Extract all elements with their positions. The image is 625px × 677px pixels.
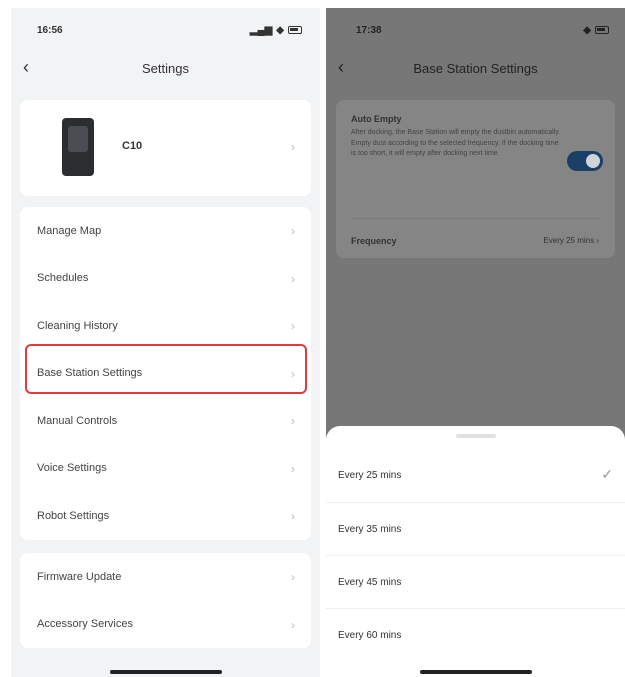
chevron-right-icon: ›	[291, 319, 295, 333]
status-time: 17:38	[356, 24, 382, 36]
chevron-right-icon: ›	[291, 509, 295, 523]
menu-item-robot-settings[interactable]: Robot Settings ›	[20, 492, 311, 540]
frequency-value-text: Every 25 mins	[543, 236, 595, 245]
menu-item-label: Schedules	[37, 272, 89, 285]
menu-item-label: Accessory Services	[37, 618, 133, 631]
auto-empty-title: Auto Empty	[351, 114, 402, 124]
menu-item-label: Voice Settings	[37, 462, 107, 475]
menu-item-cleaning-history[interactable]: Cleaning History ›	[20, 302, 311, 350]
settings-screen: 16:56 ▂▄▆ ◆ ‹ Settings C10 › Manage Map …	[11, 8, 320, 677]
frequency-label: Frequency	[351, 236, 397, 246]
menu-item-firmware-update[interactable]: Firmware Update ›	[20, 553, 311, 601]
status-icons: ▂▄▆ ◆	[250, 25, 302, 36]
option-every-60-mins[interactable]: Every 60 mins	[326, 608, 625, 661]
status-icons: ◆	[583, 25, 609, 36]
menu-item-label: Robot Settings	[37, 509, 110, 522]
menu-item-manual-controls[interactable]: Manual Controls ›	[20, 397, 311, 445]
option-label: Every 25 mins	[338, 470, 402, 481]
robot-image	[62, 118, 94, 176]
menu-item-manage-map[interactable]: Manage Map ›	[20, 207, 311, 255]
option-label: Every 45 mins	[338, 576, 402, 588]
option-every-45-mins[interactable]: Every 45 mins	[326, 555, 625, 608]
status-bar: 17:38 ◆	[356, 22, 609, 38]
frequency-value[interactable]: Every 25 mins ›	[543, 236, 599, 245]
device-card[interactable]: C10 ›	[20, 100, 311, 196]
signal-icon: ▂▄▆	[249, 24, 273, 36]
sheet-grabber[interactable]	[455, 434, 496, 438]
menu-item-schedules[interactable]: Schedules ›	[20, 255, 311, 303]
chevron-right-icon: ›	[291, 140, 295, 154]
page-title: Settings	[142, 60, 189, 76]
status-time: 16:56	[37, 24, 63, 36]
menu-item-label: Manage Map	[37, 224, 102, 237]
option-label: Every 60 mins	[338, 629, 402, 641]
chevron-right-icon: ›	[291, 271, 295, 286]
option-every-25-mins[interactable]: Every 25 mins ✓	[326, 449, 625, 502]
auto-empty-description: After docking, the Base Station will emp…	[351, 129, 561, 157]
base-station-settings-screen: 17:38 ◆ ‹ Base Station Settings Auto Emp…	[326, 8, 625, 677]
wifi-icon: ◆	[583, 24, 591, 36]
nav-bar: ‹ Base Station Settings	[326, 58, 625, 78]
highlight-box	[25, 344, 307, 394]
checkmark-icon: ✓	[601, 466, 613, 482]
chevron-right-icon: ›	[291, 461, 295, 476]
option-every-35-mins[interactable]: Every 35 mins	[326, 502, 625, 555]
back-chevron-icon[interactable]: ‹	[23, 58, 29, 76]
auto-empty-card: Auto Empty After docking, the Base Stati…	[336, 100, 615, 258]
page-title: Base Station Settings	[413, 60, 538, 76]
option-label: Every 35 mins	[338, 523, 402, 535]
home-indicator	[109, 670, 222, 674]
home-indicator	[419, 670, 532, 674]
battery-icon	[288, 26, 302, 34]
menu-item-label: Manual Controls	[37, 414, 118, 427]
menu-item-accessory-services[interactable]: Accessory Services ›	[20, 601, 311, 649]
auto-empty-toggle[interactable]	[567, 151, 603, 171]
battery-icon	[595, 26, 609, 34]
nav-bar: ‹ Settings	[11, 58, 320, 78]
status-bar: 16:56 ▂▄▆ ◆	[37, 22, 302, 38]
wifi-icon: ◆	[276, 24, 284, 36]
back-chevron-icon[interactable]: ‹	[338, 58, 344, 76]
frequency-picker-sheet: Every 25 mins ✓ Every 35 mins Every 45 m…	[326, 426, 625, 677]
chevron-right-icon: ›	[291, 617, 295, 632]
divider	[351, 218, 600, 219]
menu-item-voice-settings[interactable]: Voice Settings ›	[20, 445, 311, 493]
chevron-right-icon: ›	[291, 414, 295, 428]
chevron-right-icon: ›	[291, 224, 295, 238]
menu-group-secondary: Firmware Update › Accessory Services ›	[20, 553, 311, 648]
menu-item-label: Firmware Update	[37, 570, 122, 583]
device-name: C10	[122, 140, 143, 152]
menu-item-label: Cleaning History	[37, 319, 118, 332]
chevron-right-icon: ›	[291, 570, 295, 584]
